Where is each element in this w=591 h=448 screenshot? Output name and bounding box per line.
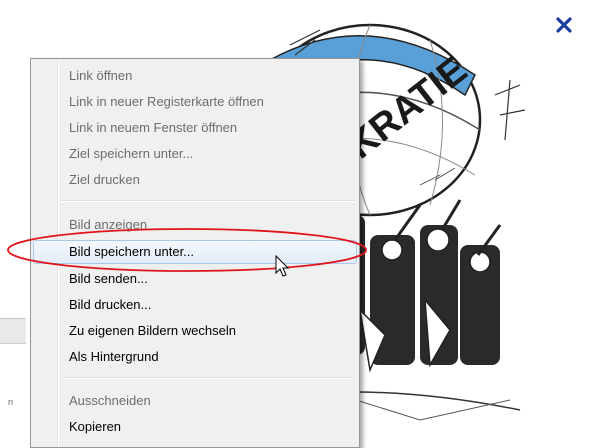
mouse-pointer-icon — [275, 255, 290, 277]
background-text-fragment: n — [8, 397, 14, 407]
menu-item-link-neues-fenster[interactable]: Link in neuem Fenster öffnen — [33, 116, 357, 140]
close-button[interactable] — [553, 14, 575, 36]
menu-item-ausschneiden[interactable]: Ausschneiden — [33, 389, 357, 413]
menu-item-ziel-speichern[interactable]: Ziel speichern unter... — [33, 142, 357, 166]
menu-item-link-neue-registerkarte[interactable]: Link in neuer Registerkarte öffnen — [33, 90, 357, 114]
menu-item-bild-drucken[interactable]: Bild drucken... — [33, 293, 357, 317]
background-panel-header — [0, 319, 26, 344]
context-menu: Link öffnen Link in neuer Registerkarte … — [30, 58, 360, 448]
menu-item-link-oeffnen[interactable]: Link öffnen — [33, 64, 357, 88]
menu-item-bild-anzeigen[interactable]: Bild anzeigen — [33, 213, 357, 237]
close-icon — [556, 17, 572, 33]
menu-item-bild-speichern-unter[interactable]: Bild speichern unter... — [33, 240, 357, 264]
menu-separator — [61, 377, 355, 379]
menu-item-als-hintergrund[interactable]: Als Hintergrund — [33, 345, 357, 369]
menu-item-eigene-bilder[interactable]: Zu eigenen Bildern wechseln — [33, 319, 357, 343]
menu-item-bild-senden[interactable]: Bild senden... — [33, 267, 357, 291]
menu-item-kopieren[interactable]: Kopieren — [33, 415, 357, 439]
background-left-panel: n — [0, 318, 26, 445]
menu-item-ziel-drucken[interactable]: Ziel drucken — [33, 168, 357, 192]
menu-separator — [61, 200, 355, 202]
